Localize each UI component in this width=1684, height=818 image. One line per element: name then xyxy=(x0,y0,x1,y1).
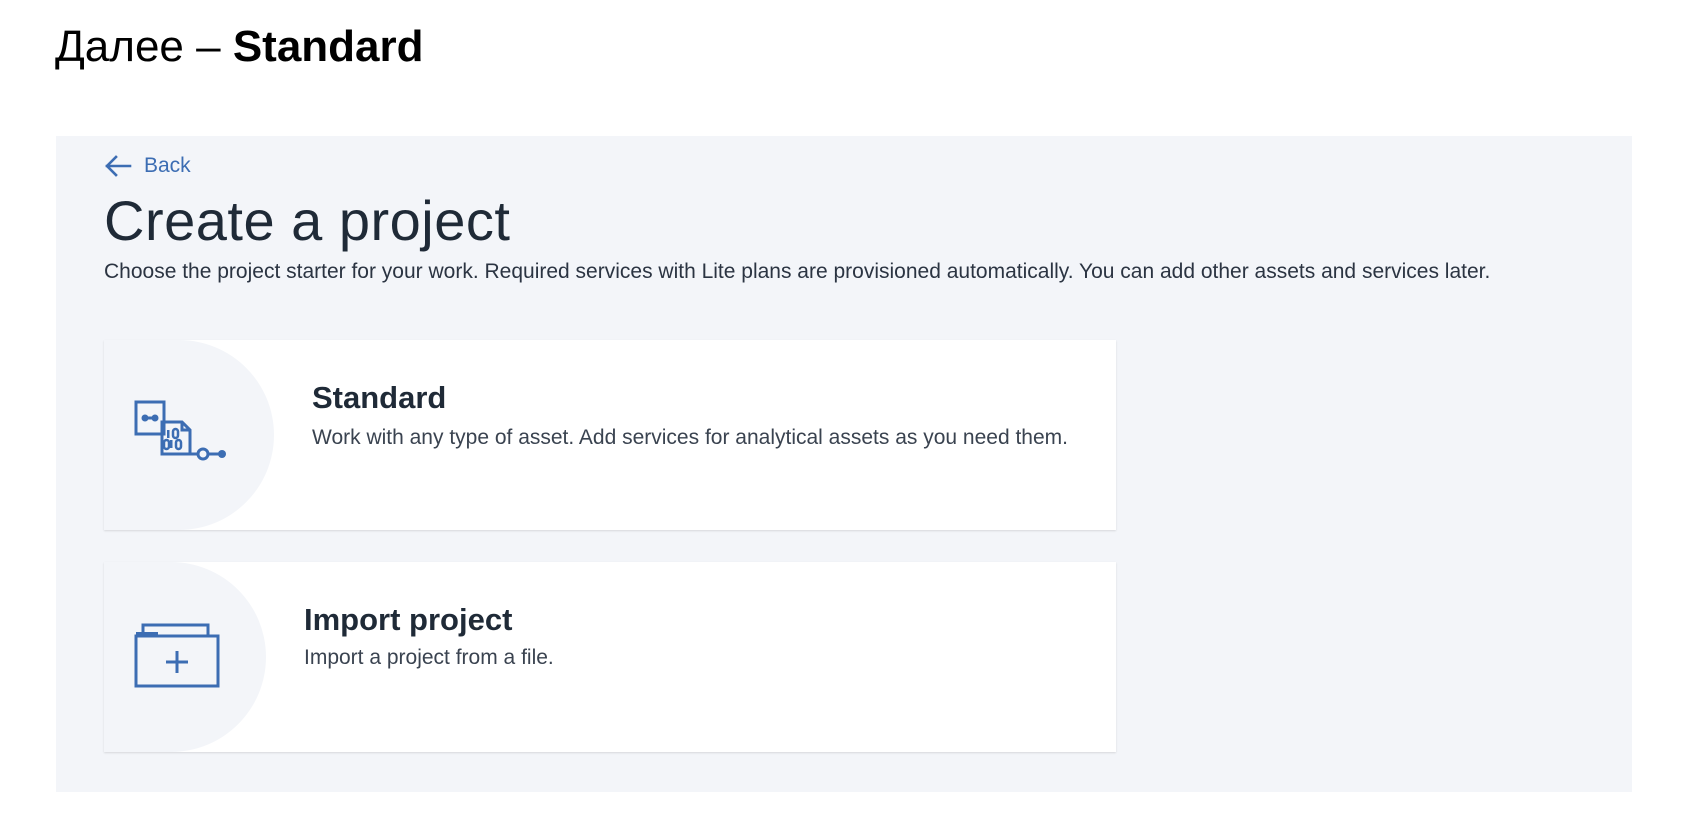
slide-heading-emphasis: Standard xyxy=(232,22,424,71)
tile-description: Work with any type of asset. Add service… xyxy=(312,426,1068,449)
page-title: Create a project xyxy=(104,189,511,252)
import-project-tile[interactable]: Import project Import a project from a f… xyxy=(104,562,1116,752)
back-link-label: Back xyxy=(144,154,191,177)
tile-description: Import a project from a file. xyxy=(304,646,554,669)
slide-heading-prefix: Далее – xyxy=(55,22,233,71)
project-assets-icon xyxy=(134,400,234,471)
standard-project-tile[interactable]: Standard Work with any type of asset. Ad… xyxy=(104,340,1116,530)
tile-title: Standard xyxy=(312,380,447,415)
folder-add-icon xyxy=(134,622,220,693)
back-link[interactable]: Back xyxy=(104,154,191,178)
slide-heading: Далее – Standard xyxy=(55,22,424,72)
page-description: Choose the project starter for your work… xyxy=(104,260,1491,283)
create-project-panel: Back Create a project Choose the project… xyxy=(56,136,1632,792)
tile-title: Import project xyxy=(304,602,513,637)
arrow-left-icon xyxy=(104,155,132,177)
